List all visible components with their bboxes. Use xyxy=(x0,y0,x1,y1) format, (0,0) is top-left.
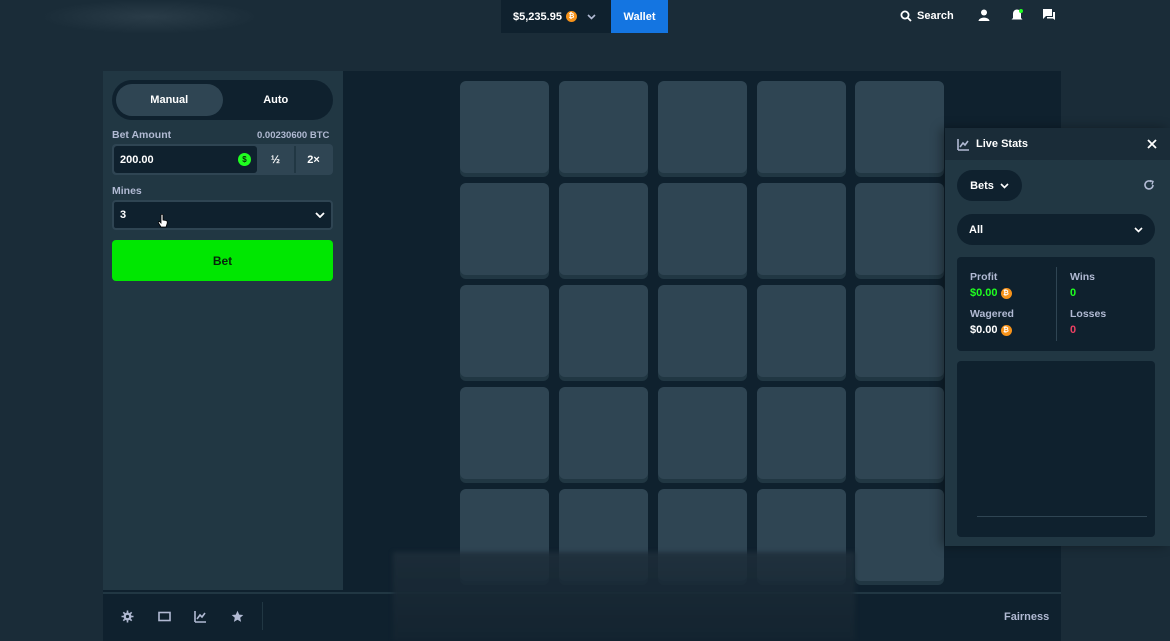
tile[interactable] xyxy=(757,387,846,479)
mines-value: 3 xyxy=(120,209,127,221)
tile[interactable] xyxy=(658,81,747,173)
tile[interactable] xyxy=(559,285,648,377)
tab-manual[interactable]: Manual xyxy=(116,84,223,116)
live-stats-header[interactable]: Live Stats xyxy=(945,128,1170,160)
wins-label: Wins xyxy=(1070,271,1095,283)
user-icon[interactable] xyxy=(977,8,991,22)
favorite-icon[interactable] xyxy=(231,610,244,623)
summary-divider xyxy=(1056,267,1057,341)
wagered-amount: $0.00 xyxy=(970,324,998,336)
tile[interactable] xyxy=(658,285,747,377)
profit-value: $0.00 ₿ xyxy=(970,287,1012,299)
search-button[interactable]: Search xyxy=(900,7,954,25)
tile[interactable] xyxy=(757,81,846,173)
chat-icon[interactable] xyxy=(1042,8,1056,22)
logo-area xyxy=(40,0,260,34)
tile[interactable] xyxy=(757,183,846,275)
tile[interactable] xyxy=(559,183,648,275)
tile[interactable] xyxy=(559,81,648,173)
balance-selector[interactable]: $5,235.95 ₿ xyxy=(501,0,611,33)
btc-coin-icon: ₿ xyxy=(1000,324,1012,336)
bets-dropdown[interactable]: Bets xyxy=(957,170,1022,201)
close-icon[interactable] xyxy=(1147,139,1157,149)
chevron-down-icon xyxy=(1134,226,1143,233)
search-label: Search xyxy=(917,10,954,22)
tile[interactable] xyxy=(855,81,944,173)
double-button[interactable]: 2× xyxy=(294,146,331,173)
blurred-overlay xyxy=(393,552,855,641)
theatre-icon[interactable] xyxy=(158,610,171,623)
mines-select[interactable]: 3 xyxy=(112,200,333,230)
filter-dropdown[interactable]: All xyxy=(957,214,1155,245)
bet-amount-row: 200.00 $ ½ 2× xyxy=(112,144,333,175)
stats-icon xyxy=(957,138,969,151)
half-button[interactable]: ½ xyxy=(257,146,294,173)
mines-label: Mines xyxy=(112,185,142,197)
bet-amount-label: Bet Amount xyxy=(112,129,172,141)
stats-icon[interactable] xyxy=(194,610,207,623)
refresh-icon[interactable] xyxy=(1143,179,1155,191)
tile[interactable] xyxy=(855,183,944,275)
chevron-down-icon xyxy=(587,12,596,22)
settings-icon[interactable] xyxy=(121,610,134,623)
wallet-button[interactable]: Wallet xyxy=(611,0,668,33)
fairness-link[interactable]: Fairness xyxy=(1004,611,1049,623)
filter-dropdown-label: All xyxy=(969,223,984,236)
tile[interactable] xyxy=(460,81,549,173)
bet-amount-input[interactable]: 200.00 $ xyxy=(114,146,257,173)
tile[interactable] xyxy=(757,285,846,377)
tile[interactable] xyxy=(460,183,549,275)
tile[interactable] xyxy=(658,183,747,275)
chevron-down-icon xyxy=(1000,182,1009,189)
tile[interactable] xyxy=(460,285,549,377)
live-stats-title: Live Stats xyxy=(976,138,1028,150)
losses-value: 0 xyxy=(1070,324,1077,336)
footer-divider xyxy=(262,602,263,630)
bet-button[interactable]: Bet xyxy=(112,240,333,281)
bet-amount-value: 200.00 xyxy=(120,153,154,166)
mode-toggle: Manual Auto xyxy=(112,80,333,120)
tile[interactable] xyxy=(460,387,549,479)
wins-value: 0 xyxy=(1070,287,1077,299)
tile[interactable] xyxy=(855,489,944,581)
tile[interactable] xyxy=(855,285,944,377)
wagered-label: Wagered xyxy=(970,308,1014,320)
wagered-value: $0.00 ₿ xyxy=(970,324,1012,336)
tile[interactable] xyxy=(559,387,648,479)
bell-icon[interactable] xyxy=(1010,8,1024,22)
usd-coin-icon: $ xyxy=(238,153,251,166)
losses-label: Losses xyxy=(1070,308,1107,320)
search-icon xyxy=(900,10,912,22)
tile[interactable] xyxy=(658,387,747,479)
btc-coin-icon: ₿ xyxy=(565,11,577,22)
balance-value: $5,235.95 xyxy=(513,10,562,23)
profit-chart xyxy=(957,361,1155,537)
bets-dropdown-label: Bets xyxy=(970,179,994,192)
btc-coin-icon: ₿ xyxy=(1000,287,1012,299)
chart-baseline xyxy=(977,516,1147,517)
chevron-down-icon xyxy=(315,212,325,218)
tile[interactable] xyxy=(855,387,944,479)
profit-amount: $0.00 xyxy=(970,287,998,299)
tab-auto[interactable]: Auto xyxy=(223,84,330,116)
profit-label: Profit xyxy=(970,271,998,283)
bet-amount-btc: 0.00230600 BTC xyxy=(257,130,330,141)
hand-cursor-icon xyxy=(158,214,168,228)
